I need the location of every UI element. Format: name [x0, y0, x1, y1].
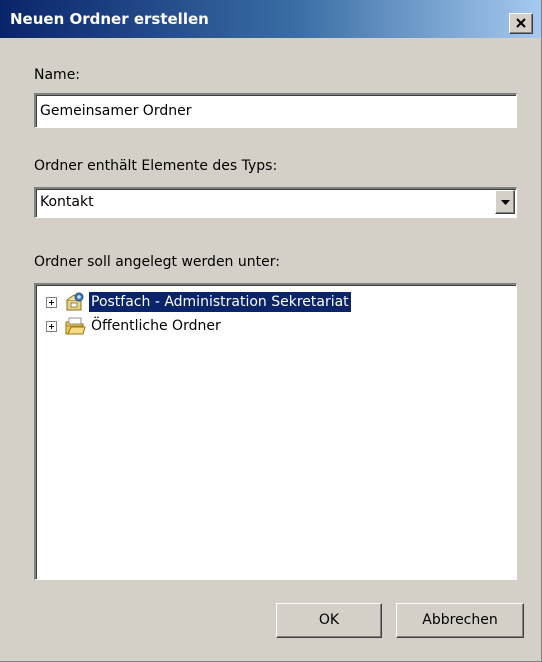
expand-icon[interactable]	[46, 297, 57, 308]
name-label: Name:	[34, 67, 81, 83]
type-label: Ordner enthält Elemente des Typs:	[34, 158, 278, 174]
location-label: Ordner soll angelegt werden unter:	[34, 254, 280, 270]
type-select-value: Kontakt	[40, 194, 94, 210]
cancel-button[interactable]: Abbrechen	[396, 603, 524, 638]
tree-item-mailbox[interactable]: Postfach - Administration Sekretariat	[36, 291, 516, 313]
close-button[interactable]	[509, 13, 533, 34]
mailbox-icon	[66, 292, 84, 311]
new-folder-dialog: Neuen Ordner erstellen Name: Gemeinsamer…	[0, 0, 542, 662]
close-icon	[516, 18, 526, 28]
title-bar[interactable]: Neuen Ordner erstellen	[0, 0, 541, 38]
folder-tree[interactable]: Postfach - Administration Sekretariat Öf…	[34, 283, 517, 580]
public-folders-icon	[65, 317, 86, 335]
window-title: Neuen Ordner erstellen	[10, 10, 209, 28]
expand-icon[interactable]	[46, 321, 57, 332]
tree-item-label: Öffentliche Ordner	[91, 318, 221, 334]
chevron-down-icon	[501, 200, 510, 205]
tree-item-public-folders[interactable]: Öffentliche Ordner	[36, 315, 516, 337]
name-input[interactable]: Gemeinsamer Ordner	[34, 93, 517, 128]
type-dropdown-button[interactable]	[495, 190, 515, 214]
ok-button[interactable]: OK	[276, 603, 382, 638]
name-input-value: Gemeinsamer Ordner	[40, 103, 192, 119]
tree-item-label: Postfach - Administration Sekretariat	[89, 292, 351, 312]
type-select[interactable]: Kontakt	[34, 187, 517, 218]
